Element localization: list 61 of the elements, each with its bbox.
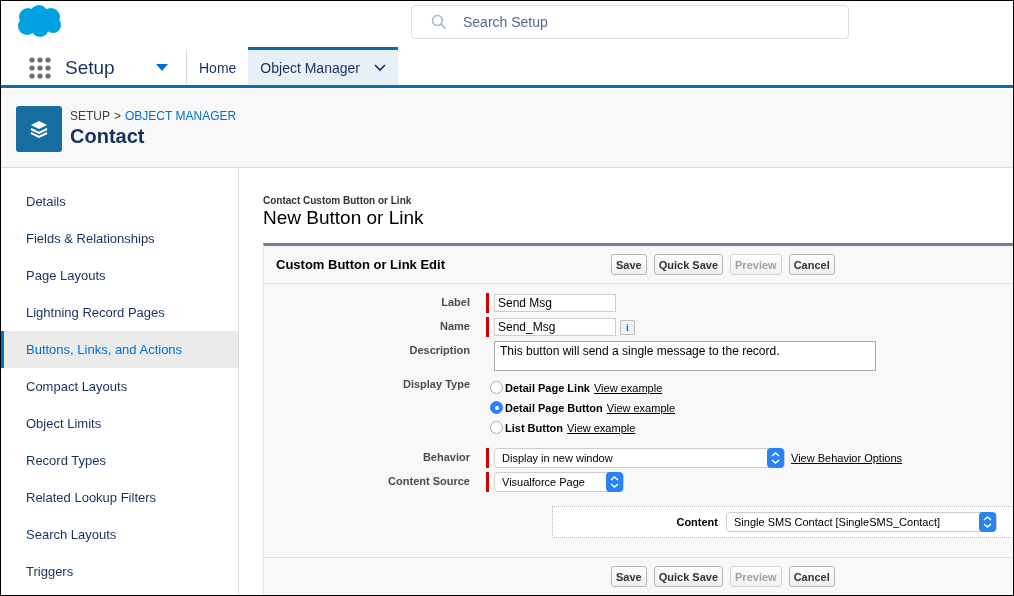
app-launcher-icon[interactable] xyxy=(29,56,51,79)
sidebar-item[interactable]: Buttons, Links, and Actions xyxy=(1,331,238,368)
field-label: Content Source xyxy=(387,474,470,489)
radio-button[interactable] xyxy=(490,381,503,394)
example-link[interactable]: View example xyxy=(606,401,676,414)
breadcrumb-separator: > xyxy=(114,109,122,123)
select-field[interactable]: Single SMS Contact [SingleSMS_Contact] xyxy=(726,512,997,532)
sidebar-item[interactable]: Details xyxy=(1,183,238,220)
field-label: Display Type xyxy=(401,377,470,392)
sidebar-item[interactable]: Triggers xyxy=(1,553,238,590)
chevron-down-icon[interactable] xyxy=(373,63,386,72)
field-label: Description xyxy=(408,343,470,358)
field-label: Content xyxy=(676,516,718,528)
dropdown-caret-icon[interactable] xyxy=(156,63,168,72)
radio-label: List Button xyxy=(505,421,564,434)
field-label: Name xyxy=(439,319,470,334)
radio-button[interactable] xyxy=(490,401,503,414)
sidebar-item[interactable]: Record Types xyxy=(1,442,238,479)
page-eyebrow: Contact Custom Button or Link xyxy=(263,195,413,206)
behavior-link[interactable]: View Behavior Options xyxy=(791,452,903,464)
info-button[interactable]: i xyxy=(620,319,635,335)
form-button[interactable]: Cancel xyxy=(788,566,835,587)
search-field[interactable]: Search Setup xyxy=(411,5,849,39)
nav-tab[interactable]: Object Manager xyxy=(248,47,398,85)
nav-tab[interactable]: Home xyxy=(187,47,249,85)
page-title: New Button or Link xyxy=(263,207,425,229)
select-arrows-icon xyxy=(979,512,996,532)
form-button[interactable]: Cancel xyxy=(788,254,835,275)
radio-button[interactable] xyxy=(490,421,503,434)
search-icon xyxy=(431,14,447,30)
layers-icon xyxy=(29,118,49,139)
breadcrumb-link[interactable]: OBJECT MANAGER xyxy=(125,109,237,123)
select-field[interactable]: Visualforce Page xyxy=(494,472,624,492)
radio-label: Detail Page Button xyxy=(505,401,603,414)
sidebar-item[interactable]: Page Layouts xyxy=(1,257,238,294)
sidebar-item[interactable]: Compact Layouts xyxy=(1,368,238,405)
field-label: Label xyxy=(440,295,470,310)
sidebar-item[interactable]: Related Lookup Filters xyxy=(1,479,238,516)
select-arrows-icon xyxy=(606,472,623,492)
form-button[interactable]: Save xyxy=(611,566,647,587)
example-link[interactable]: View example xyxy=(594,381,663,394)
description-field[interactable]: This button will send a single message to the record. xyxy=(494,341,876,371)
example-link[interactable]: View example xyxy=(567,421,636,434)
select-field[interactable]: Display in new window xyxy=(494,448,785,468)
section-title: Custom Button or Link Edit xyxy=(275,257,446,272)
app-name: Setup xyxy=(65,56,115,79)
sidebar-item[interactable]: Fields & Relationships xyxy=(1,220,238,257)
text-field[interactable]: Send Msg xyxy=(494,294,616,312)
form-button[interactable]: Save xyxy=(611,254,647,275)
sidebar-item[interactable]: Object Limits xyxy=(1,405,238,442)
cloud-logo xyxy=(15,4,63,38)
select-arrows-icon xyxy=(767,448,784,468)
breadcrumb-item: SETUP xyxy=(70,109,110,123)
radio-label: Detail Page Link xyxy=(505,381,590,394)
sidebar-item[interactable]: Lightning Record Pages xyxy=(1,294,238,331)
field-label: Behavior xyxy=(421,450,470,465)
sidebar-item[interactable]: Search Layouts xyxy=(1,516,238,553)
form-button[interactable]: Quick Save xyxy=(653,254,724,275)
object-title: Contact xyxy=(70,125,146,148)
text-field[interactable]: Send_Msg xyxy=(494,318,616,336)
form-button[interactable]: Quick Save xyxy=(653,566,724,587)
